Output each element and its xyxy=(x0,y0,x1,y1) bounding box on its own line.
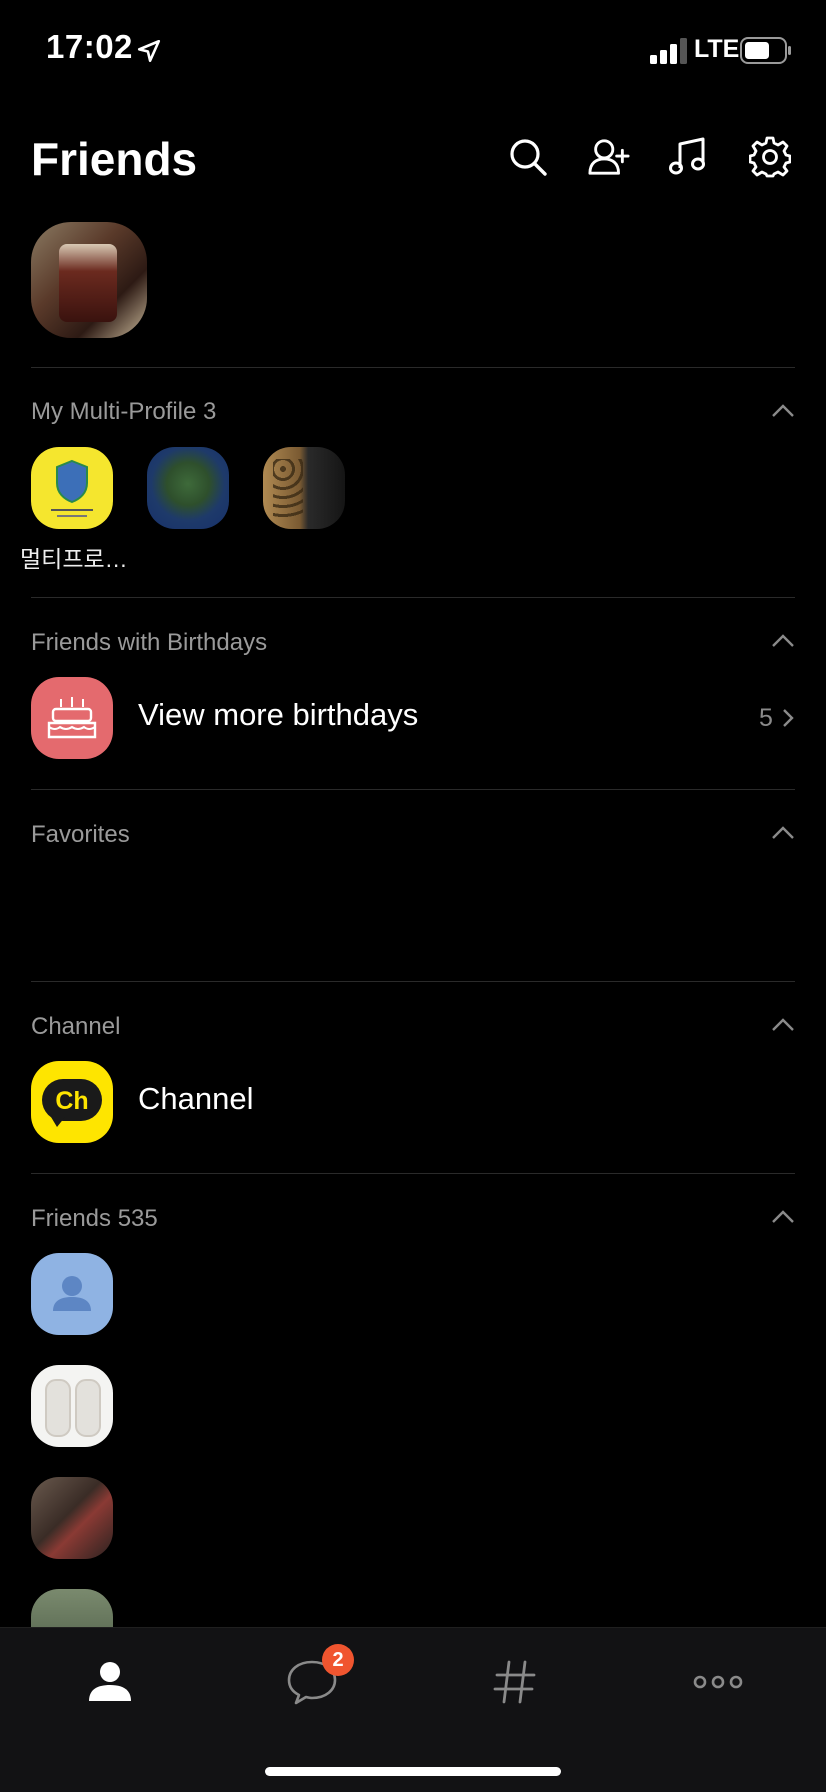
divider xyxy=(31,981,795,982)
page-title: Friends xyxy=(31,133,198,185)
friend-avatar-3[interactable] xyxy=(31,1477,113,1559)
signal-icon xyxy=(650,38,687,64)
my-profile-avatar[interactable] xyxy=(31,222,147,338)
multi-profile-thumb-1[interactable] xyxy=(31,447,113,529)
channel-logo-text: Ch xyxy=(55,1087,89,1115)
status-time: 17:02 xyxy=(46,28,133,65)
chevron-up-icon[interactable] xyxy=(770,1017,796,1033)
tab-friends[interactable] xyxy=(80,1652,140,1712)
chat-unread-badge: 2 xyxy=(322,1644,354,1676)
chevron-up-icon[interactable] xyxy=(770,403,796,419)
chevron-up-icon[interactable] xyxy=(770,633,796,649)
channel-row-icon[interactable]: Ch xyxy=(31,1061,113,1143)
person-icon xyxy=(100,1662,120,1682)
tab-more[interactable] xyxy=(688,1652,748,1712)
location-arrow-icon xyxy=(137,39,161,63)
person-icon xyxy=(53,1276,91,1311)
multi-profile-thumb-3[interactable] xyxy=(263,447,345,529)
add-friend-icon[interactable] xyxy=(588,136,630,178)
view-more-birthdays[interactable]: View more birthdays xyxy=(138,697,418,733)
divider xyxy=(31,597,795,598)
chevron-up-icon[interactable] xyxy=(770,1209,796,1225)
chevron-right-icon[interactable] xyxy=(781,707,795,729)
shield-icon xyxy=(51,459,93,517)
more-icon xyxy=(693,1675,743,1689)
section-title-multi-profile: My Multi-Profile 3 xyxy=(31,398,217,425)
cake-icon xyxy=(47,697,97,739)
multi-profile-label: 멀티프로… xyxy=(20,546,128,572)
settings-icon[interactable] xyxy=(749,136,791,178)
birthday-row-icon[interactable] xyxy=(31,677,113,759)
network-type: LTE xyxy=(694,35,740,63)
tab-view[interactable] xyxy=(485,1652,545,1712)
section-title-favorites: Favorites xyxy=(31,821,130,848)
birthday-count: 5 xyxy=(759,704,773,732)
divider xyxy=(31,789,795,790)
home-indicator xyxy=(265,1767,561,1776)
chevron-up-icon[interactable] xyxy=(770,825,796,841)
friend-avatar-default[interactable] xyxy=(31,1253,113,1335)
divider xyxy=(31,367,795,368)
multi-profile-thumb-2[interactable] xyxy=(147,447,229,529)
search-icon[interactable] xyxy=(507,136,549,178)
friend-avatar-2[interactable] xyxy=(31,1365,113,1447)
section-title-birthdays: Friends with Birthdays xyxy=(31,629,268,656)
channel-row-label[interactable]: Channel xyxy=(138,1081,253,1117)
battery-icon xyxy=(740,37,791,64)
section-title-channel: Channel xyxy=(31,1013,121,1040)
hashtag-icon xyxy=(493,1660,536,1704)
music-icon[interactable] xyxy=(667,136,709,178)
divider xyxy=(31,1173,795,1174)
section-title-friends: Friends 535 xyxy=(31,1205,158,1232)
